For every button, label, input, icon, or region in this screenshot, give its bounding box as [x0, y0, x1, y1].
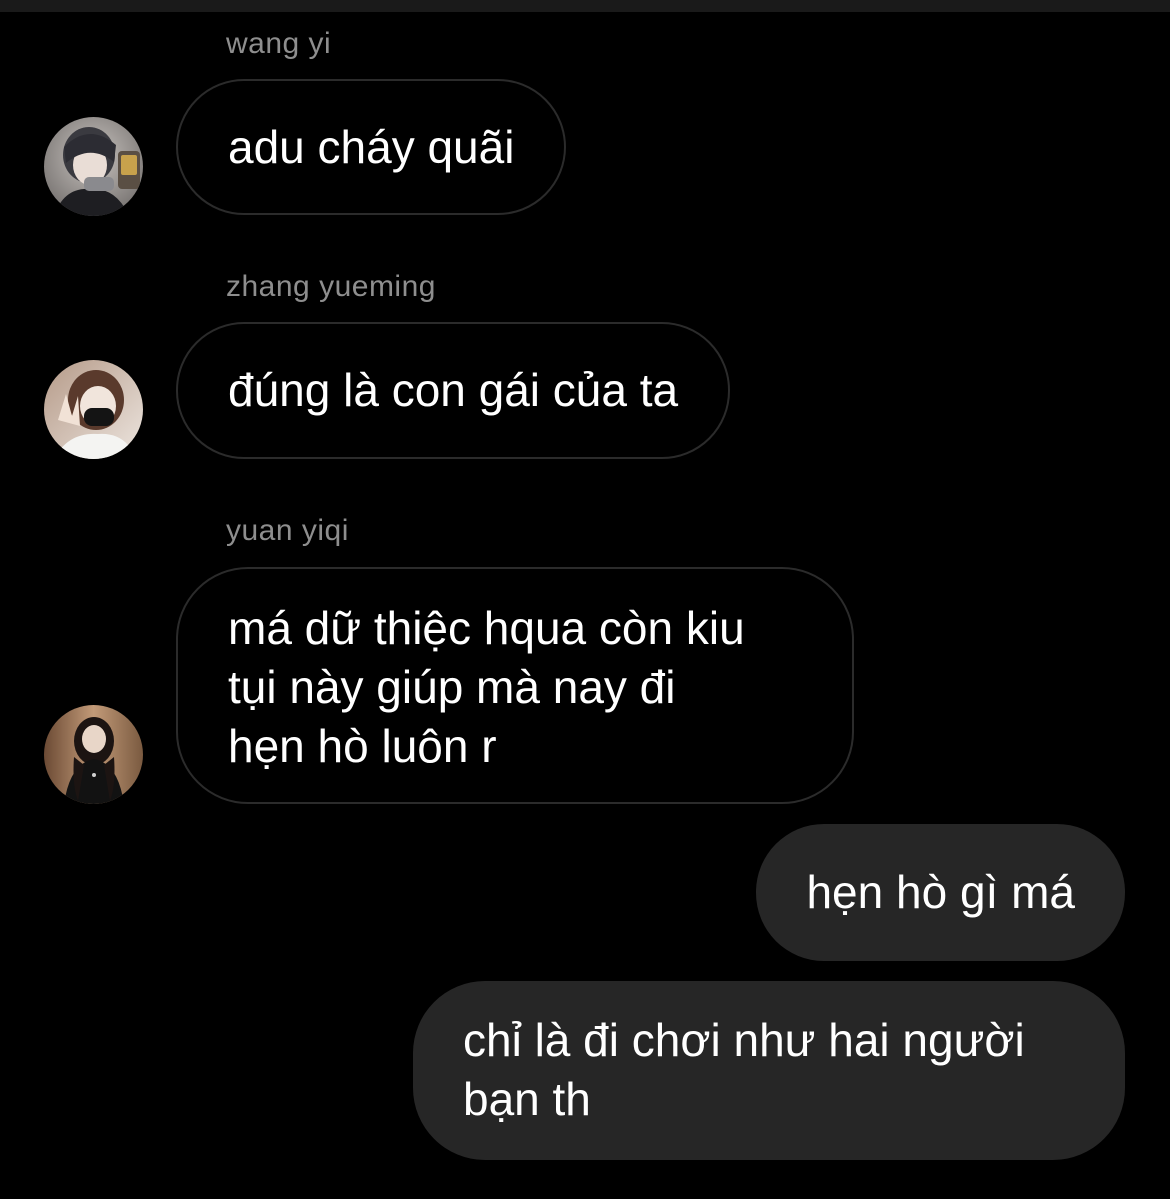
sender-name: yuan yiqi [226, 514, 349, 547]
avatar[interactable] [44, 117, 143, 216]
message-text: đúng là con gái của ta [228, 364, 679, 416]
message-bubble-incoming[interactable]: má dữ thiệc hqua còn kiu tụi này giúp mà… [176, 567, 854, 804]
top-bar-edge [0, 0, 1170, 12]
sender-name: wang yi [226, 27, 332, 60]
avatar[interactable] [44, 360, 143, 459]
sender-name: zhang yueming [226, 270, 436, 303]
message-bubble-incoming[interactable]: adu cháy quãi [176, 79, 567, 215]
avatar[interactable] [44, 705, 143, 804]
avatar-photo-icon [44, 117, 143, 216]
message-text-line: má dữ thiệc hqua còn kiu [228, 602, 745, 654]
message-bubble-outgoing[interactable]: hẹn hò gì má [756, 824, 1125, 961]
message-text-block: má dữ thiệc hqua còn kiu tụi này giúp mà… [228, 599, 745, 776]
message-bubble-outgoing[interactable]: chỉ là đi chơi như hai người bạn th [413, 981, 1125, 1160]
chat-screen: wang yi adu cháy quãi zhang yueming đúng… [0, 0, 1170, 1199]
message-text-block: chỉ là đi chơi như hai người bạn th [463, 1011, 1025, 1129]
message-text-line: bạn th [463, 1073, 591, 1125]
message-text-line: chỉ là đi chơi như hai người [463, 1014, 1025, 1066]
message-text-line: hẹn hò luôn r [228, 720, 497, 772]
message-text-line: tụi này giúp mà nay đi [228, 661, 676, 713]
avatar-photo-icon [44, 360, 143, 459]
message-text: adu cháy quãi [228, 120, 515, 173]
message-text: hẹn hò gì má [806, 866, 1075, 918]
message-bubble-incoming[interactable]: đúng là con gái của ta [176, 322, 731, 459]
avatar-photo-icon [44, 705, 143, 804]
